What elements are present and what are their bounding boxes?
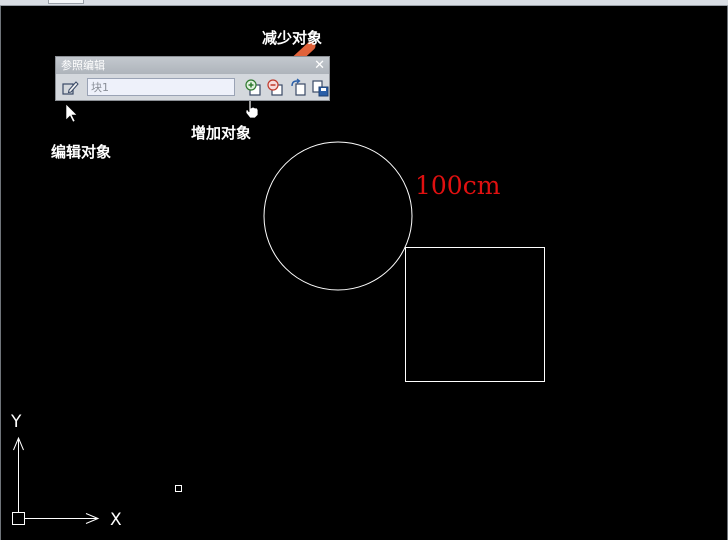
save-reference-button[interactable] [310,78,330,98]
toolbar-title[interactable]: 参照编辑 [56,57,329,74]
mouse-arrow-cursor-icon [65,103,78,123]
save-reference-icon [312,80,329,97]
edit-reference-icon [62,81,79,95]
discard-changes-icon [291,78,306,96]
circle-entity[interactable] [263,141,413,291]
annotation-edit-objects: 编辑对象 [51,143,112,161]
remove-objects-button[interactable] [266,78,286,98]
axis-y-label: Y [10,412,22,432]
annotation-remove-objects: 减少对象 [262,29,323,47]
ucs-axis-icon [12,436,100,525]
remove-from-workset-icon [267,79,283,96]
discard-changes-button[interactable] [289,78,309,98]
hand-pointer-cursor-icon [245,99,259,119]
axis-x-label: X [110,510,122,530]
annotation-add-objects: 增加对象 [191,124,252,142]
dimension-label[interactable]: 100cm [415,171,500,200]
pick-box-marker [175,485,182,492]
block-name-field[interactable] [87,78,235,96]
reference-edit-toolbar: 参照编辑 ✕ [55,56,330,101]
add-objects-button[interactable] [244,78,264,98]
edit-reference-button[interactable] [60,78,80,98]
square-entity[interactable] [405,247,545,382]
add-to-workset-icon [245,79,261,96]
close-icon[interactable]: ✕ [314,57,325,74]
